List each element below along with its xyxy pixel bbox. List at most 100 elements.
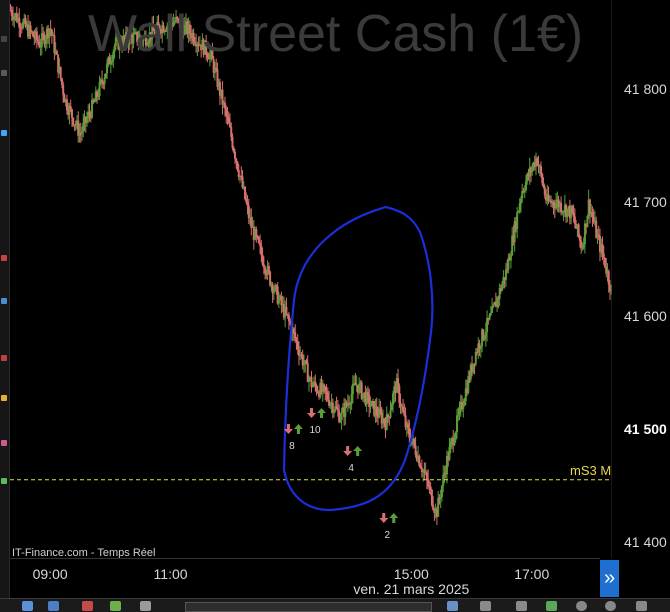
toolbar-tool-icon[interactable] xyxy=(1,395,7,401)
toolbar-tool-icon[interactable] xyxy=(1,478,7,484)
candle-body xyxy=(581,247,584,249)
toolbar-tool-icon[interactable] xyxy=(1,298,7,304)
buy-arrow-icon xyxy=(293,424,303,434)
candle-body xyxy=(55,51,58,55)
candle-body xyxy=(237,170,240,177)
candle-body xyxy=(437,497,440,517)
indicator-icon[interactable] xyxy=(82,601,93,611)
candle-body xyxy=(449,441,452,448)
candle-body xyxy=(103,78,106,85)
color-icon[interactable] xyxy=(110,601,121,611)
refresh-icon[interactable] xyxy=(546,601,557,611)
candle-body xyxy=(390,404,393,411)
cursor-icon[interactable] xyxy=(22,601,33,611)
candle-body xyxy=(53,35,56,54)
candle-body xyxy=(603,257,606,267)
candle-body xyxy=(232,147,235,152)
candle-body xyxy=(519,198,522,204)
print-icon[interactable] xyxy=(480,601,491,611)
candle-body xyxy=(537,164,540,167)
toolbar-tool-icon[interactable] xyxy=(1,355,7,361)
candle-body xyxy=(223,102,226,109)
candle-body xyxy=(221,89,224,105)
candle-body xyxy=(572,213,575,217)
candle-body xyxy=(509,255,512,261)
sell-arrow-icon xyxy=(343,446,353,456)
candle-body xyxy=(272,290,275,294)
candle-body xyxy=(427,479,430,487)
candle-body xyxy=(582,244,585,248)
candle-body xyxy=(88,112,91,115)
time-tick-label: 09:00 xyxy=(32,566,68,582)
candle-body xyxy=(225,108,228,116)
candle-body xyxy=(501,283,504,291)
time-axis: ven. 21 mars 2025 09:00 11:00 15:00 17:00 xyxy=(10,558,600,599)
toolbar-tool-icon[interactable] xyxy=(1,255,7,261)
scroll-right-button[interactable]: » xyxy=(600,560,619,597)
candle-body xyxy=(350,393,353,405)
candle-body xyxy=(256,235,259,238)
candle-body xyxy=(228,123,231,127)
candle-body xyxy=(375,406,378,415)
candle-body xyxy=(305,360,308,364)
signal-count-label: 4 xyxy=(348,463,354,474)
price-chart[interactable] xyxy=(0,0,670,611)
candle-body xyxy=(262,264,265,268)
candle-body xyxy=(65,99,68,111)
candle-body xyxy=(516,212,519,230)
candle-body xyxy=(541,173,544,184)
candle-body xyxy=(472,363,475,372)
candle-body xyxy=(463,400,466,406)
candle-body xyxy=(455,415,458,433)
buy-arrow-icon xyxy=(317,408,327,418)
export-icon[interactable] xyxy=(516,601,527,611)
candle-body xyxy=(402,406,405,412)
candle-body xyxy=(483,336,486,340)
candle-body xyxy=(413,438,416,446)
settings-icon[interactable] xyxy=(140,601,151,611)
zoom-out-icon[interactable] xyxy=(576,601,587,611)
signal-count-label: 8 xyxy=(289,441,295,452)
candle-body xyxy=(98,81,101,97)
candle-body xyxy=(246,202,249,206)
candle-body xyxy=(38,42,41,48)
candle-body xyxy=(325,391,328,393)
candle-body xyxy=(314,381,317,386)
candle-body xyxy=(387,414,390,417)
toolbar-tool-icon[interactable] xyxy=(1,70,7,76)
zoom-in-icon[interactable] xyxy=(605,601,616,611)
candle-body xyxy=(601,244,604,254)
candle-body xyxy=(492,304,495,307)
candle-body xyxy=(286,313,289,316)
candle-body xyxy=(29,25,32,32)
candle-body xyxy=(22,21,25,28)
chart-type-icon[interactable] xyxy=(48,601,59,611)
calendar-icon[interactable] xyxy=(447,601,458,611)
signal-count-label: 10 xyxy=(309,425,321,436)
candle-body xyxy=(91,99,94,118)
candle-body xyxy=(588,199,591,214)
candle-body xyxy=(226,115,229,118)
candle-body xyxy=(349,404,352,406)
candle-body xyxy=(368,394,371,408)
toolbar-tool-icon[interactable] xyxy=(1,36,7,42)
candle-body xyxy=(486,317,489,333)
candle-body xyxy=(418,455,421,467)
candle-body xyxy=(37,40,40,43)
buy-arrow-icon xyxy=(389,513,399,523)
candle-body xyxy=(573,216,576,224)
candle-body xyxy=(547,194,550,201)
candle-body xyxy=(326,392,329,400)
candle-body xyxy=(398,385,401,403)
candle-body xyxy=(453,439,456,445)
candle-body xyxy=(542,183,545,188)
toolbar-tool-icon[interactable] xyxy=(1,440,7,446)
candle-body xyxy=(39,46,42,48)
fullscreen-icon[interactable] xyxy=(636,601,647,611)
candle-body xyxy=(69,106,72,110)
candle-body xyxy=(524,181,527,191)
candle-body xyxy=(521,191,524,199)
candle-body xyxy=(35,31,38,41)
candle-body xyxy=(295,338,298,342)
toolbar-tool-icon[interactable] xyxy=(1,130,7,136)
